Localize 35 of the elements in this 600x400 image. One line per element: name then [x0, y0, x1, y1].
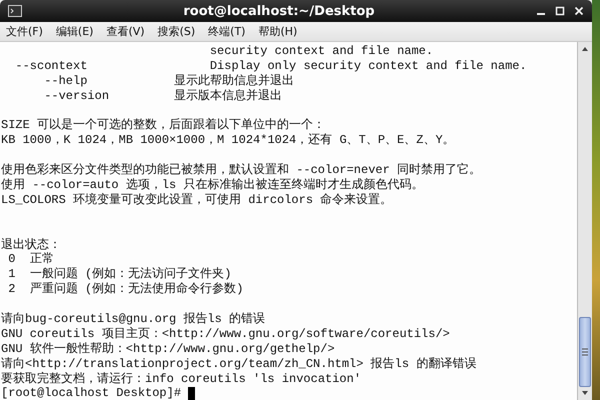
- terminal-line: 使用色彩来区分文件类型的功能已被禁用，默认设置和 --color=never 同时禁用了它。: [1, 163, 482, 178]
- terminal-icon: [8, 5, 22, 17]
- terminal-line: --scontext Display only security context and file name.: [14, 58, 528, 74]
- text-cursor: [188, 387, 196, 400]
- maximize-icon[interactable]: [555, 6, 565, 16]
- terminal-line: 1 一般问题 (例如：无法访问子文件夹): [7, 267, 232, 282]
- scroll-thumb[interactable]: [579, 317, 591, 387]
- terminal-line: security context and file name.: [208, 44, 434, 59]
- terminal-line: 请向bug-coreutils@gnu.org 报告ls 的错误: [1, 312, 266, 326]
- scroll-up-icon[interactable]: [580, 45, 590, 53]
- terminal-line: 请向<http://translationproject.org/team/zh_CN.html> 报告ls 的翻译错误: [1, 356, 478, 372]
- menu-item[interactable]: 搜索(S): [158, 24, 196, 39]
- terminal-line: LS_COLORS 环境变量可改变此设置，可使用 dircolors 命令来设置。: [1, 192, 394, 208]
- terminal-line: SIZE 可以是一个可选的整数，后面跟着以下单位中的一个：: [1, 118, 326, 133]
- terminal-line: --help 显示此帮助信息并退出: [43, 74, 295, 89]
- menu-item[interactable]: 查看(V): [106, 24, 145, 39]
- terminal-line: GNU coreutils 项目主页：<http://www.gnu.org/software/coreutils/>: [1, 326, 451, 342]
- close-icon[interactable]: [574, 6, 584, 16]
- terminal-line: 退出状态：: [1, 238, 62, 252]
- menu-item[interactable]: 编辑(E): [56, 24, 94, 39]
- terminal-line: 0 正常: [7, 252, 55, 267]
- grip-icon: [582, 348, 588, 356]
- terminal-line: KB 1000，K 1024，MB 1000×1000，M 1024*1024，还有 G、T、P、E、Z、Y。: [1, 133, 456, 148]
- scroll-down-icon[interactable]: [580, 389, 590, 397]
- terminal-line: GNU 软件一般性帮助：<http://www.gnu.org/gethelp/>: [1, 342, 336, 357]
- terminal-line: 要获取完整文档，请运行：info coreutils 'ls invocation': [1, 372, 362, 386]
- scrollbar[interactable]: [577, 42, 592, 400]
- window-title: root@localhost:~/Desktop: [182, 4, 376, 18]
- shell-prompt: [root@localhost Desktop]#: [1, 386, 182, 400]
- terminal-line: 使用 --color=auto 选项，ls 只在标准输出被连至终端时才生成颜色代码。: [1, 178, 424, 193]
- menu-item[interactable]: 终端(T): [208, 24, 246, 39]
- menu-item[interactable]: 文件(F): [6, 24, 43, 39]
- terminal-line: --version 显示版本信息并退出: [43, 88, 283, 104]
- menu-item[interactable]: 帮助(H): [258, 24, 298, 39]
- terminal-line: 2 严重问题 (例如：无法使用命令行参数): [7, 282, 244, 298]
